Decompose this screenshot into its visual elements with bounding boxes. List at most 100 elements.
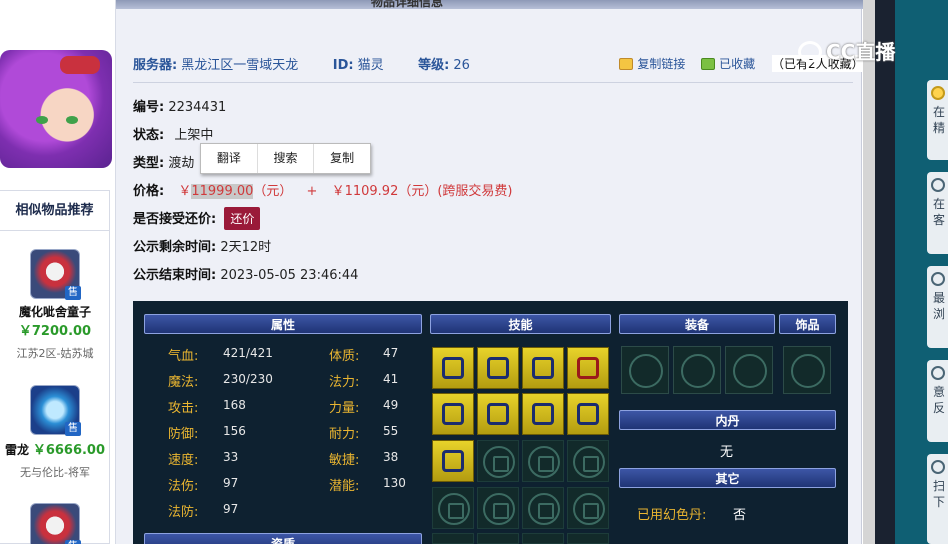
attr-label: 魔法:: [168, 375, 199, 390]
remain-time-row: 公示剩余时间: 2天12时: [133, 236, 271, 255]
empty-slot-icon: [483, 446, 515, 478]
empty-slot-icon: [438, 493, 470, 525]
attr-value: 130: [383, 476, 406, 490]
empty-skill-slot: [567, 533, 609, 544]
favorite-label: 已收藏: [719, 57, 756, 71]
history-icon: [931, 272, 945, 286]
empty-skill-slot: [522, 533, 564, 544]
level-value: 26: [453, 58, 470, 73]
empty-skill-slot: [567, 487, 609, 529]
equipment-slot[interactable]: [725, 346, 773, 394]
avatar-crown: [60, 56, 100, 74]
similar-item-server: 无与伦比-将军: [20, 466, 90, 479]
skill-slot[interactable]: [522, 347, 564, 389]
other-label: 已用幻色丹:: [637, 508, 707, 523]
similar-item-name[interactable]: 雷龙: [5, 443, 29, 457]
inner-core-header: 内丹: [619, 410, 836, 430]
similar-item-thumb[interactable]: 售: [30, 249, 81, 300]
similar-item[interactable]: 售 魔化呲舍童子 ￥7200.00 江苏2区-姑苏城: [0, 249, 110, 361]
similar-item[interactable]: 售 雷龙 ￥6666.00 无与伦比-将军: [0, 385, 110, 480]
empty-slot-icon: [791, 354, 825, 388]
item-number-value: 2234431: [168, 100, 227, 115]
attr-value: 38: [383, 450, 399, 464]
bargain-label: 是否接受还价:: [133, 212, 217, 227]
copy-link-button[interactable]: 复制链接: [619, 55, 685, 72]
attr-label: 潜能:: [329, 479, 360, 494]
skill-slot[interactable]: [567, 347, 609, 389]
skill-slot[interactable]: [432, 393, 474, 435]
qrcode-icon: [931, 460, 945, 474]
sale-badge: 售: [65, 286, 81, 300]
empty-skill-slot: [432, 533, 474, 544]
similar-item-server: 江苏2区-姑苏城: [16, 347, 94, 360]
id-label: ID:: [332, 58, 354, 73]
right-bar-text: 意: [933, 385, 946, 399]
id-value: 猫灵: [357, 58, 384, 73]
skill-icon: [487, 403, 509, 425]
empty-slot-icon: [528, 493, 560, 525]
search-menu-item[interactable]: 搜索: [258, 144, 315, 173]
price-plus: +: [306, 184, 318, 199]
accessory-slot[interactable]: [783, 346, 831, 394]
price-value-selected[interactable]: 11999.00: [191, 184, 254, 199]
skill-slot[interactable]: [432, 347, 474, 389]
end-time-value: 2023-05-05 23:46:44: [220, 268, 359, 283]
skill-slot[interactable]: [477, 347, 519, 389]
skill-slot[interactable]: [432, 440, 474, 482]
equipment-slot[interactable]: [621, 346, 669, 394]
right-bar-item[interactable]: 在 精: [927, 80, 948, 160]
cross-server-fee: ￥1109.92（元）(跨服交易费): [331, 184, 513, 199]
attr-value: 168: [223, 398, 246, 412]
end-time-label: 公示结束时间:: [133, 268, 217, 283]
right-bar-item[interactable]: 意 反: [927, 360, 948, 442]
empty-slot-icon: [573, 493, 605, 525]
sale-badge: 售: [65, 422, 81, 436]
copy-link-label: 复制链接: [637, 57, 686, 71]
skill-slot[interactable]: [477, 393, 519, 435]
right-bar-item[interactable]: 扫 下: [927, 454, 948, 544]
equipment-header: 装备: [619, 314, 775, 334]
right-bar-text: 客: [933, 213, 946, 227]
similar-item[interactable]: 售: [0, 503, 110, 544]
attr-label: 防御:: [168, 427, 199, 442]
empty-skill-slot: [477, 487, 519, 529]
skill-slot[interactable]: [522, 393, 564, 435]
right-tool-bar: 在 精 在 客 最 浏 意 反 扫 下: [895, 0, 948, 544]
favorite-button[interactable]: 已收藏: [701, 55, 755, 72]
attr-value: 156: [223, 424, 246, 438]
scrollbar-gutter[interactable]: [863, 0, 875, 544]
attr-value: 55: [383, 424, 399, 438]
status-row: 状态: 上架中: [133, 124, 213, 143]
price-currency: ￥: [178, 184, 192, 199]
similar-item-name[interactable]: 魔化呲舍童子: [0, 303, 110, 320]
copy-menu-item[interactable]: 复制: [314, 144, 370, 173]
feedback-icon: [931, 366, 945, 380]
skill-icon: [532, 357, 554, 379]
empty-skill-slot: [477, 440, 519, 482]
right-bar-item[interactable]: 在 客: [927, 172, 948, 254]
type-row: 类型: 渡劫: [133, 152, 194, 171]
equipment-slot[interactable]: [673, 346, 721, 394]
similar-items-title: 相似物品推荐: [0, 191, 109, 231]
similar-item-thumb[interactable]: 售: [30, 385, 81, 436]
skill-slot[interactable]: [567, 393, 609, 435]
attr-label: 力量:: [329, 401, 360, 416]
attr-label: 速度:: [168, 453, 199, 468]
similar-item-thumb[interactable]: 售: [30, 503, 81, 544]
other-header: 其它: [619, 468, 836, 488]
attr-label: 攻击:: [168, 401, 199, 416]
divider: [133, 82, 853, 83]
text-context-menu: 翻译 搜索 复制: [200, 143, 371, 174]
inner-core-value: 无: [720, 445, 734, 460]
skill-icon: [532, 403, 554, 425]
attr-label: 体质:: [329, 349, 360, 364]
bargain-row: 是否接受还价: 还价: [133, 207, 261, 230]
bargain-button[interactable]: 还价: [224, 207, 261, 230]
watermark-text: CC直播: [826, 40, 896, 64]
skill-icon: [487, 357, 509, 379]
translate-menu-item[interactable]: 翻译: [201, 144, 258, 173]
seller-info-row: 服务器: 黑龙江区一雪域天龙 ID: 猫灵 等级: 26: [133, 54, 474, 74]
attr-label: 耐力:: [329, 427, 360, 442]
similar-items-panel: 相似物品推荐 售 魔化呲舍童子 ￥7200.00 江苏2区-姑苏城 售 雷龙 ￥…: [0, 190, 110, 544]
right-bar-item[interactable]: 最 浏: [927, 266, 948, 348]
